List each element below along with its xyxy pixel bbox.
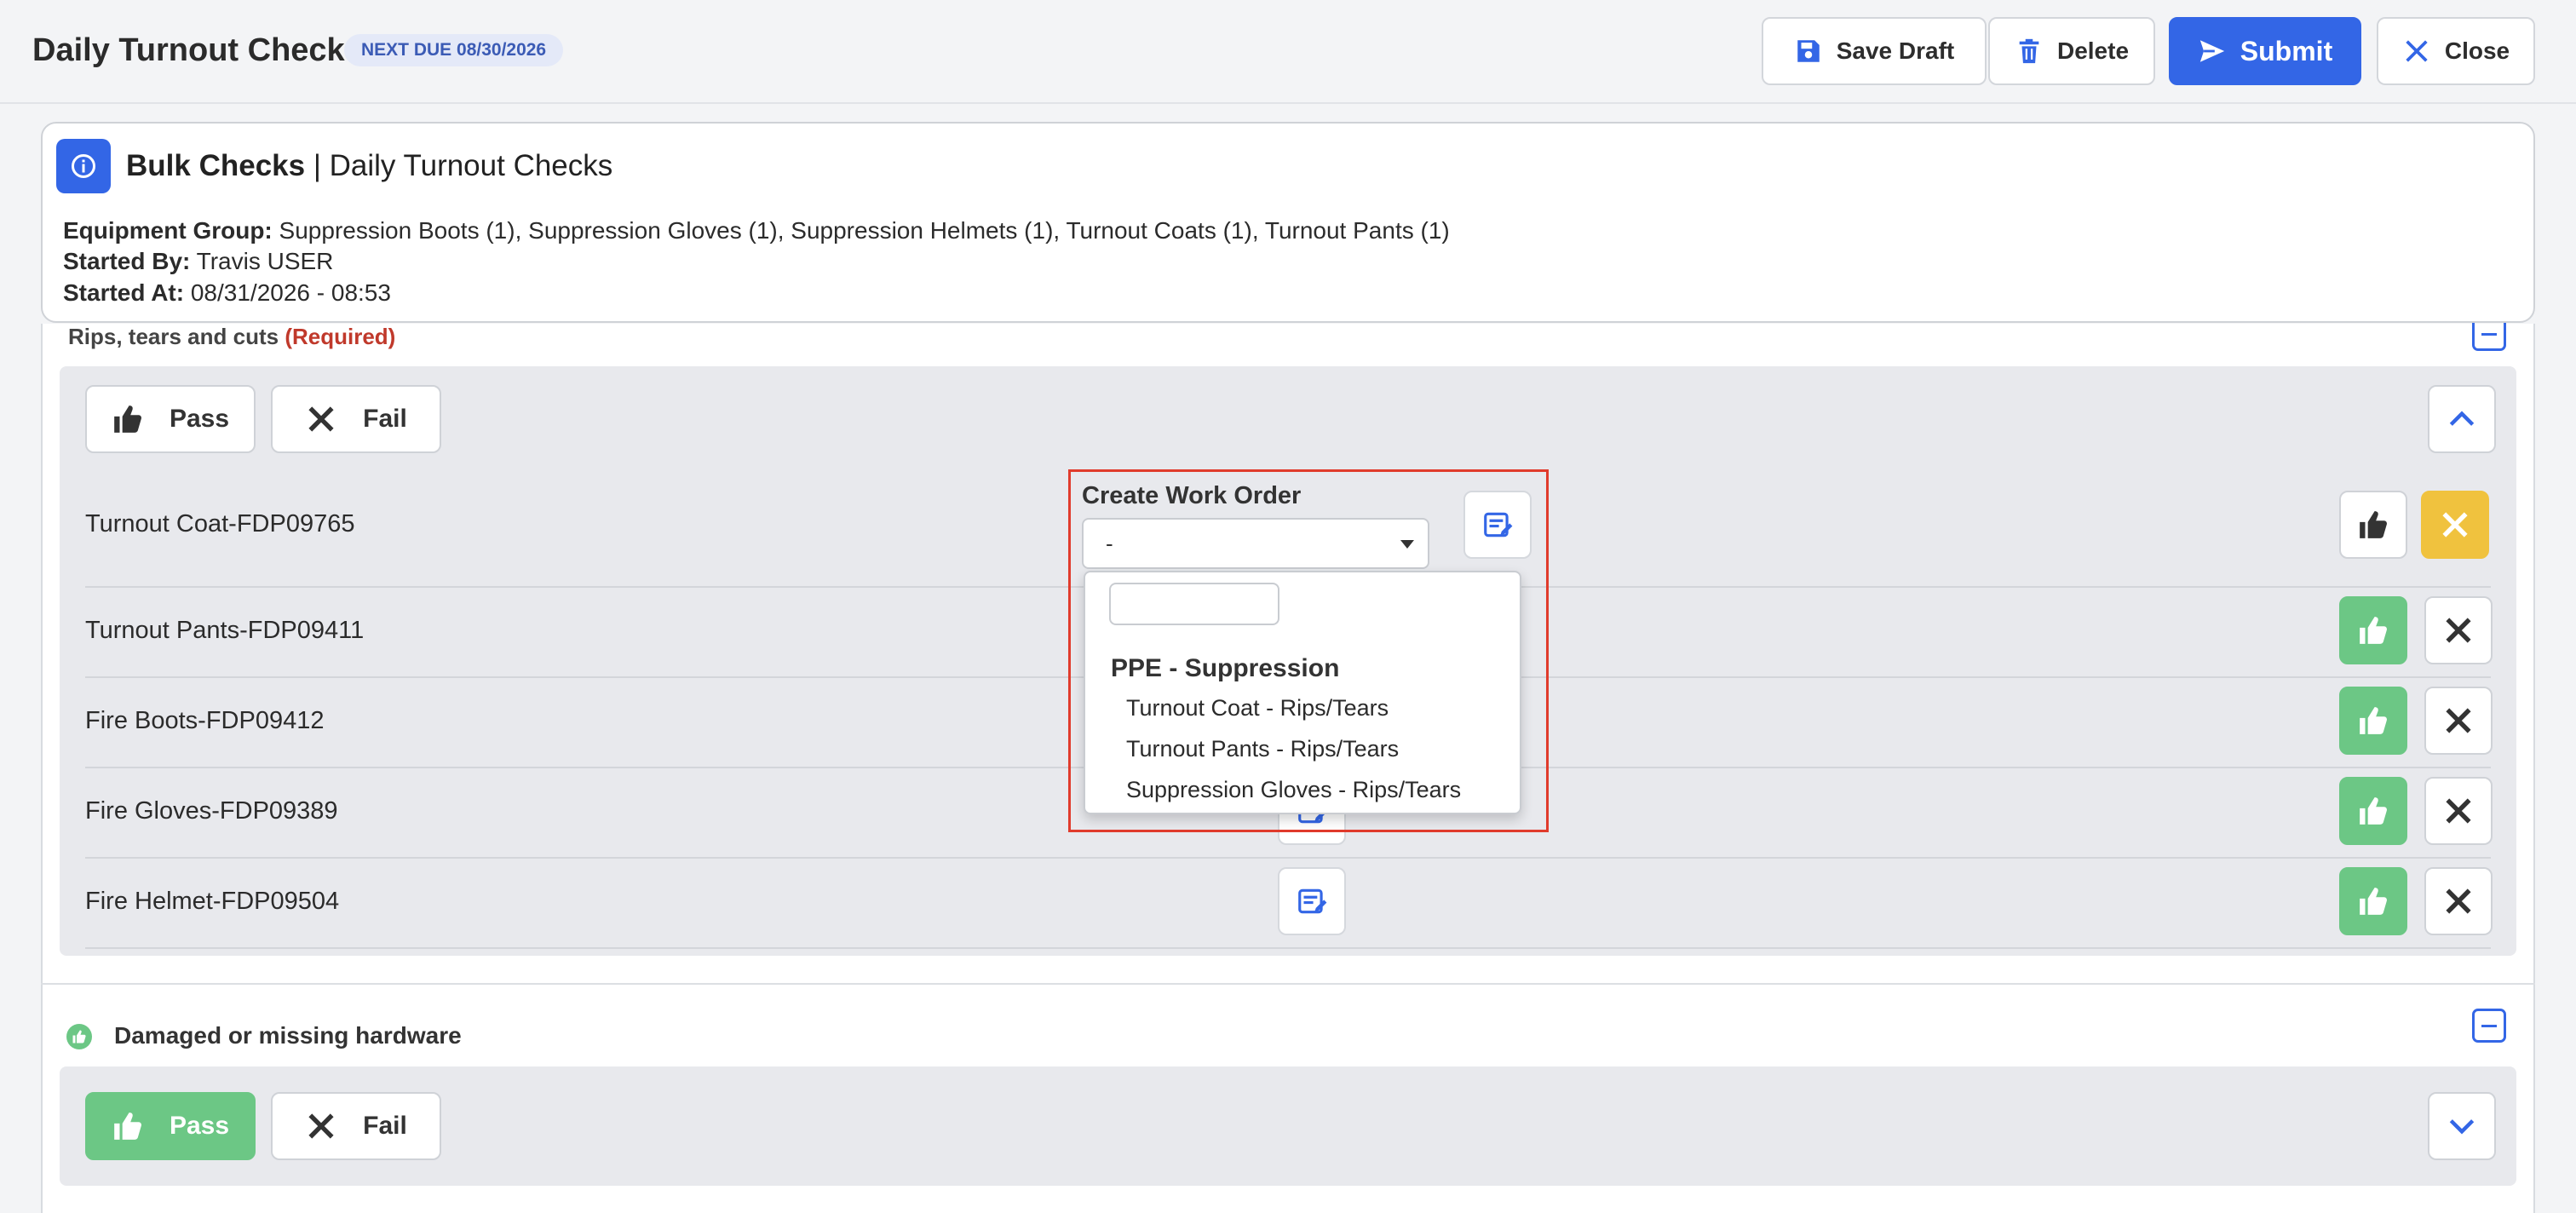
save-draft-label: Save Draft (1836, 37, 1955, 64)
row-divider (85, 857, 2491, 859)
thumbs-up-icon (114, 1112, 141, 1140)
equipment-group: Equipment Group: Suppression Boots (1), … (63, 217, 1450, 244)
started-at: Started At: 08/31/2026 - 08:53 (63, 279, 391, 306)
x-icon (2446, 618, 2471, 643)
panel-expand-button[interactable] (2428, 1092, 2496, 1160)
save-icon (1797, 40, 1820, 62)
thumbs-up-icon (2360, 617, 2387, 644)
edit-note-icon (1298, 888, 1327, 914)
thumbs-up-icon (2360, 888, 2387, 915)
work-order-dropdown: PPE - Suppression Turnout Coat - Rips/Te… (1084, 571, 1521, 814)
item-pass-button[interactable] (2339, 596, 2407, 664)
next-due-badge: NEXT DUE 08/30/2026 (344, 34, 564, 66)
trash-icon (2019, 38, 2039, 64)
item-name: Turnout Pants-FDP09411 (85, 617, 365, 644)
dropdown-option[interactable]: Suppression Gloves - Rips/Tears (1126, 777, 1461, 803)
item-pass-button[interactable] (2339, 687, 2407, 755)
bulk-pass-button[interactable]: Pass (85, 1092, 256, 1160)
chevron-down-icon (2449, 1119, 2475, 1135)
required-indicator: (Required) (285, 324, 396, 349)
x-icon (2446, 708, 2471, 733)
dropdown-group-label: PPE - Suppression (1111, 654, 1340, 682)
thumbs-up-icon (2360, 707, 2387, 734)
submit-label: Submit (2240, 35, 2333, 66)
item-fail-button[interactable] (2424, 777, 2493, 845)
thumbs-up-icon (2360, 511, 2387, 538)
close-button[interactable]: Close (2377, 17, 2535, 85)
close-icon (2406, 40, 2428, 62)
panel-collapse-button[interactable] (2428, 385, 2496, 453)
thumbs-up-icon (2360, 797, 2387, 825)
work-order-note-button[interactable] (1278, 867, 1346, 935)
work-order-search-input[interactable] (1109, 583, 1279, 625)
info-title: Bulk Checks | Daily Turnout Checks (126, 149, 613, 182)
bulk-fail-button[interactable]: Fail (271, 1092, 441, 1160)
caret-down-icon (1400, 540, 1414, 549)
send-icon (2199, 40, 2224, 62)
x-icon (2446, 888, 2471, 914)
submit-button[interactable]: Submit (2169, 17, 2361, 85)
dropdown-option[interactable]: Turnout Coat - Rips/Tears (1126, 695, 1389, 721)
section-title: Rips, tears and cuts (Required) (68, 324, 396, 349)
work-order-selected-value: - (1106, 531, 1113, 556)
x-icon (2446, 798, 2471, 824)
item-pass-button[interactable] (2339, 777, 2407, 845)
pass-status-icon (66, 1024, 92, 1049)
item-fail-button[interactable] (2424, 867, 2493, 935)
page-title: Daily Turnout Checks (32, 32, 363, 68)
delete-label: Delete (2056, 37, 2130, 64)
save-draft-button[interactable]: Save Draft (1762, 17, 1987, 85)
close-label: Close (2444, 37, 2510, 64)
delete-button[interactable]: Delete (1988, 17, 2155, 85)
item-name: Fire Gloves-FDP09389 (85, 797, 338, 825)
item-fail-button[interactable] (2424, 596, 2493, 664)
info-card: Bulk Checks | Daily Turnout Checks Equip… (41, 122, 2535, 323)
thumbs-up-icon (114, 405, 141, 433)
started-by: Started By: Travis USER (63, 248, 334, 274)
x-icon (308, 1113, 334, 1139)
bulk-fail-button[interactable]: Fail (271, 385, 441, 453)
page-header: Daily Turnout Checks NEXT DUE 08/30/2026… (0, 0, 2576, 104)
section-divider (41, 983, 2535, 985)
item-pass-button[interactable] (2339, 491, 2407, 559)
dropdown-option[interactable]: Turnout Pants - Rips/Tears (1126, 736, 1399, 762)
item-name: Fire Boots-FDP09412 (85, 707, 325, 734)
item-fail-button[interactable] (2421, 491, 2489, 559)
work-order-select[interactable]: - (1082, 518, 1429, 569)
x-icon (308, 406, 334, 432)
section-collapse-icon[interactable] (2472, 1009, 2506, 1043)
x-icon (2442, 512, 2468, 538)
item-fail-button[interactable] (2424, 687, 2493, 755)
section-title: Damaged or missing hardware (114, 1022, 462, 1049)
info-icon (56, 139, 111, 193)
item-pass-button[interactable] (2339, 867, 2407, 935)
item-name: Turnout Coat-FDP09765 (85, 510, 355, 538)
work-order-label: Create Work Order (1082, 482, 1302, 509)
chevron-up-icon (2449, 411, 2475, 426)
row-divider (85, 947, 2491, 949)
bulk-pass-button[interactable]: Pass (85, 385, 256, 453)
item-name: Fire Helmet-FDP09504 (85, 888, 340, 915)
